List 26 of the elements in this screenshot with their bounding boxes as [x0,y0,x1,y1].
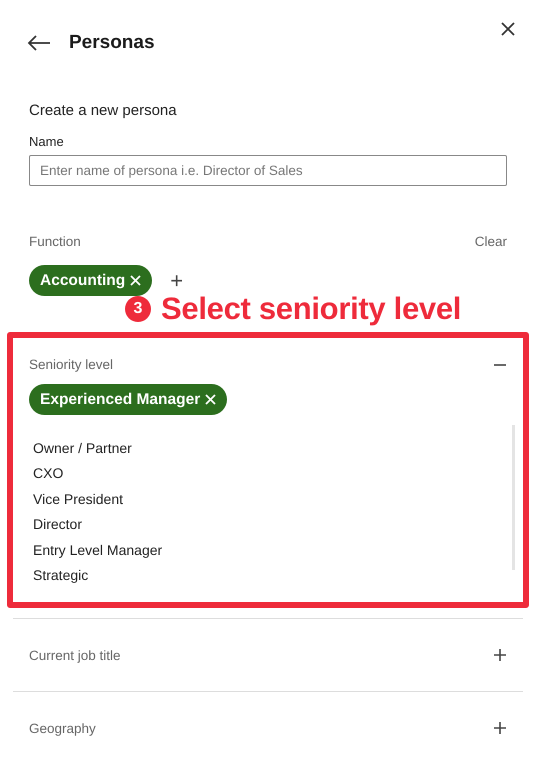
option-item[interactable]: Owner / Partner [33,435,507,460]
section-label: Current job title [29,648,121,662]
remove-icon [130,275,142,286]
section-label: Function [29,234,81,249]
clear-button[interactable]: Clear [474,234,507,249]
close-button[interactable] [501,22,515,36]
back-button[interactable] [27,34,51,52]
expand-icon[interactable] [493,648,507,662]
option-item[interactable]: Strategic [33,562,507,588]
section-label: Geography [29,720,96,736]
form-heading: Create a new persona [29,102,178,119]
option-item[interactable]: Entry Level Manager [33,537,507,562]
option-item[interactable]: Vice President [33,486,507,512]
callout-text: Select seniority level [161,291,462,327]
panel-title: Personas [69,32,155,54]
expand-icon[interactable] [493,721,507,735]
filter-chip[interactable]: Accounting [29,265,152,296]
option-item[interactable]: Director [33,512,507,537]
add-button[interactable]: + [162,268,192,294]
option-item[interactable]: CXO [33,460,507,486]
section-label: Seniority level [29,357,114,372]
filter-chip[interactable]: Experienced Manager [29,384,228,415]
step-badge: 3 [125,296,151,322]
remove-icon [205,394,216,405]
name-input-field[interactable]: Enter name of persona i.e. Director of Sales [29,155,507,186]
field-label: Name [29,134,65,149]
